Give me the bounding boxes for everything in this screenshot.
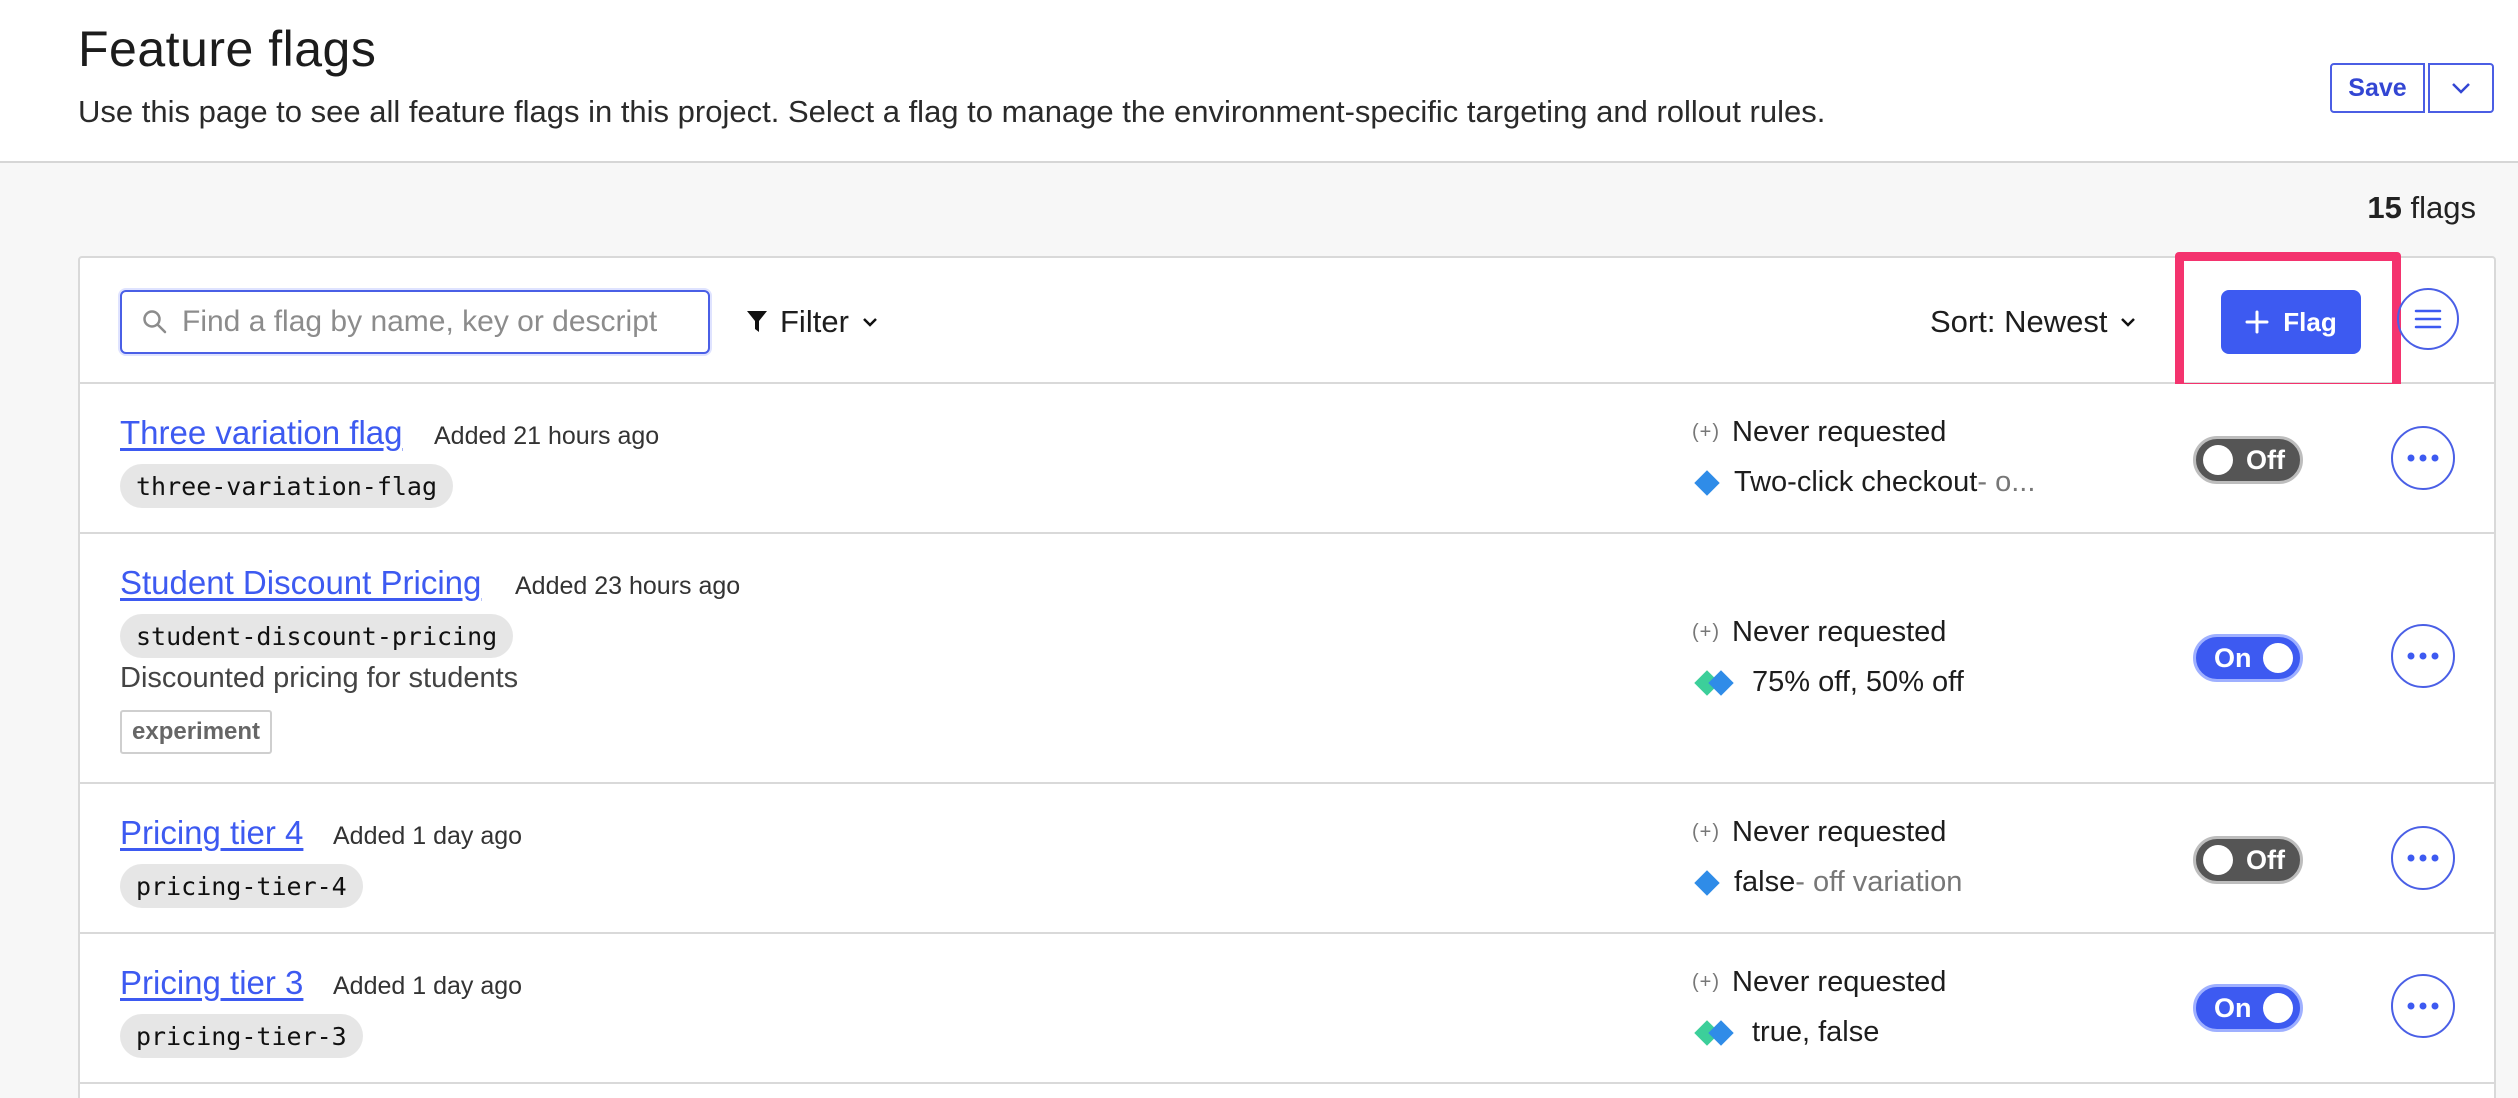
search-input[interactable] <box>182 292 702 352</box>
save-button[interactable]: Save <box>2330 63 2425 113</box>
flag-description: Discounted pricing for students <box>120 662 519 694</box>
request-status-text: Never requested <box>1732 966 1947 998</box>
toolbar: Filter Sort: Newest Flag <box>80 252 2494 392</box>
flag-variation: 75% off, 50% off <box>1692 666 1964 699</box>
flag-request-status: (+) Never requested <box>1692 966 1946 999</box>
flag-count-number: 15 <box>2367 190 2402 225</box>
flag-variation: true, false <box>1692 1016 1879 1049</box>
flag-key: three-variation-flag <box>120 464 454 508</box>
flag-tag[interactable]: experiment <box>120 710 273 754</box>
flag-name-link[interactable]: Student Discount Pricing <box>120 564 481 602</box>
page-description: Use this page to see all feature flags i… <box>78 94 1826 129</box>
more-horizontal-icon <box>2407 1002 2439 1010</box>
save-options-button[interactable] <box>2428 63 2494 113</box>
flag-name-link[interactable]: Pricing tier 3 <box>120 964 303 1002</box>
variation-value: true, false <box>1752 1016 1880 1048</box>
request-status-icon: (+) <box>1692 821 1720 843</box>
toggle-label: Off <box>2246 444 2285 475</box>
flag-toggle[interactable]: Off <box>2193 436 2303 484</box>
flag-row: Pricing tier 3 Added 1 day ago pricing-t… <box>80 934 2494 1084</box>
flag-name-link[interactable]: Three variation flag <box>120 414 402 452</box>
page-title: Feature flags <box>78 21 377 77</box>
flag-key: pricing-tier-3 <box>120 1014 363 1058</box>
more-actions-button[interactable] <box>2391 974 2455 1038</box>
plus-icon <box>2245 310 2269 334</box>
variation-value: 75% off, 50% off <box>1752 666 1964 698</box>
flag-request-status: (+) Never requested <box>1692 616 1946 649</box>
request-status-text: Never requested <box>1732 816 1947 848</box>
request-status-icon: (+) <box>1692 971 1720 993</box>
flag-added-time: Added 1 day ago <box>333 822 523 850</box>
toggle-knob <box>2203 845 2233 875</box>
flag-count-unit: flags <box>2410 190 2476 225</box>
variation-diamonds-icon <box>1694 1019 1734 1046</box>
more-actions-button[interactable] <box>2391 426 2455 490</box>
flag-count: 15 flags <box>2367 190 2476 226</box>
flag-key: pricing-tier-4 <box>120 864 363 908</box>
search-field <box>120 290 710 354</box>
toggle-label: On <box>2214 992 2252 1023</box>
flag-variation: Two-click checkout - o... <box>1692 466 2035 499</box>
flag-added-time: Added 1 day ago <box>333 972 523 1000</box>
flag-name-link[interactable]: Pricing tier 4 <box>120 814 303 852</box>
save-button-group: Save <box>2330 63 2494 113</box>
flag-added-time: Added 23 hours ago <box>515 572 741 600</box>
filter-label: Filter <box>780 304 849 339</box>
toggle-knob <box>2203 445 2233 475</box>
variation-diamond-icon <box>1694 469 1720 496</box>
flag-row: Pricing tier 4 Added 1 day ago pricing-t… <box>80 784 2494 934</box>
flag-toggle[interactable]: On <box>2193 984 2303 1032</box>
toggle-knob <box>2263 993 2293 1023</box>
flag-row: Three variation flag Added 21 hours ago … <box>80 384 2494 534</box>
variation-note: - o... <box>1977 466 2036 498</box>
more-actions-button[interactable] <box>2391 826 2455 890</box>
variation-diamond-icon <box>1694 869 1720 896</box>
flags-list-card: Filter Sort: Newest Flag Three variatio <box>78 252 2496 1098</box>
flag-variation: false - off variation <box>1692 866 1962 899</box>
more-actions-button[interactable] <box>2391 624 2455 688</box>
add-flag-label: Flag <box>2283 306 2337 337</box>
flag-row: Student Discount Pricing Added 23 hours … <box>80 534 2494 784</box>
request-status-text: Never requested <box>1732 416 1947 448</box>
request-status-icon: (+) <box>1692 621 1720 643</box>
flag-request-status: (+) Never requested <box>1692 816 1946 849</box>
flag-request-status: (+) Never requested <box>1692 416 1946 449</box>
variation-note: - off variation <box>1795 866 1963 898</box>
toggle-knob <box>2263 643 2293 673</box>
request-status-icon: (+) <box>1692 421 1720 443</box>
list-options-button[interactable] <box>2397 288 2459 350</box>
search-icon <box>143 310 167 334</box>
flag-added-time: Added 21 hours ago <box>434 422 660 450</box>
more-horizontal-icon <box>2407 454 2439 462</box>
more-horizontal-icon <box>2407 652 2439 660</box>
variation-diamonds-icon <box>1694 669 1734 696</box>
flag-toggle[interactable]: Off <box>2193 836 2303 884</box>
request-status-text: Never requested <box>1732 616 1947 648</box>
sort-dropdown[interactable]: Sort: Newest <box>1930 298 2137 346</box>
flag-toggle[interactable]: On <box>2193 634 2303 682</box>
chevron-down-icon <box>2121 318 2136 327</box>
toggle-label: On <box>2214 642 2252 673</box>
more-horizontal-icon <box>2407 854 2439 862</box>
filter-button[interactable]: Filter <box>746 298 879 346</box>
menu-icon <box>2414 309 2442 329</box>
flag-key: student-discount-pricing <box>120 614 514 658</box>
toggle-label: Off <box>2246 844 2285 875</box>
filter-icon <box>747 311 767 332</box>
sort-label: Sort: Newest <box>1930 304 2108 339</box>
page-header: Feature flags Use this page to see all f… <box>0 0 2518 163</box>
variation-value: Two-click checkout <box>1734 466 1978 498</box>
add-flag-button[interactable]: Flag <box>2221 290 2361 354</box>
variation-value: false <box>1734 866 1796 898</box>
chevron-down-icon <box>863 318 877 327</box>
chevron-down-icon <box>2452 83 2470 94</box>
